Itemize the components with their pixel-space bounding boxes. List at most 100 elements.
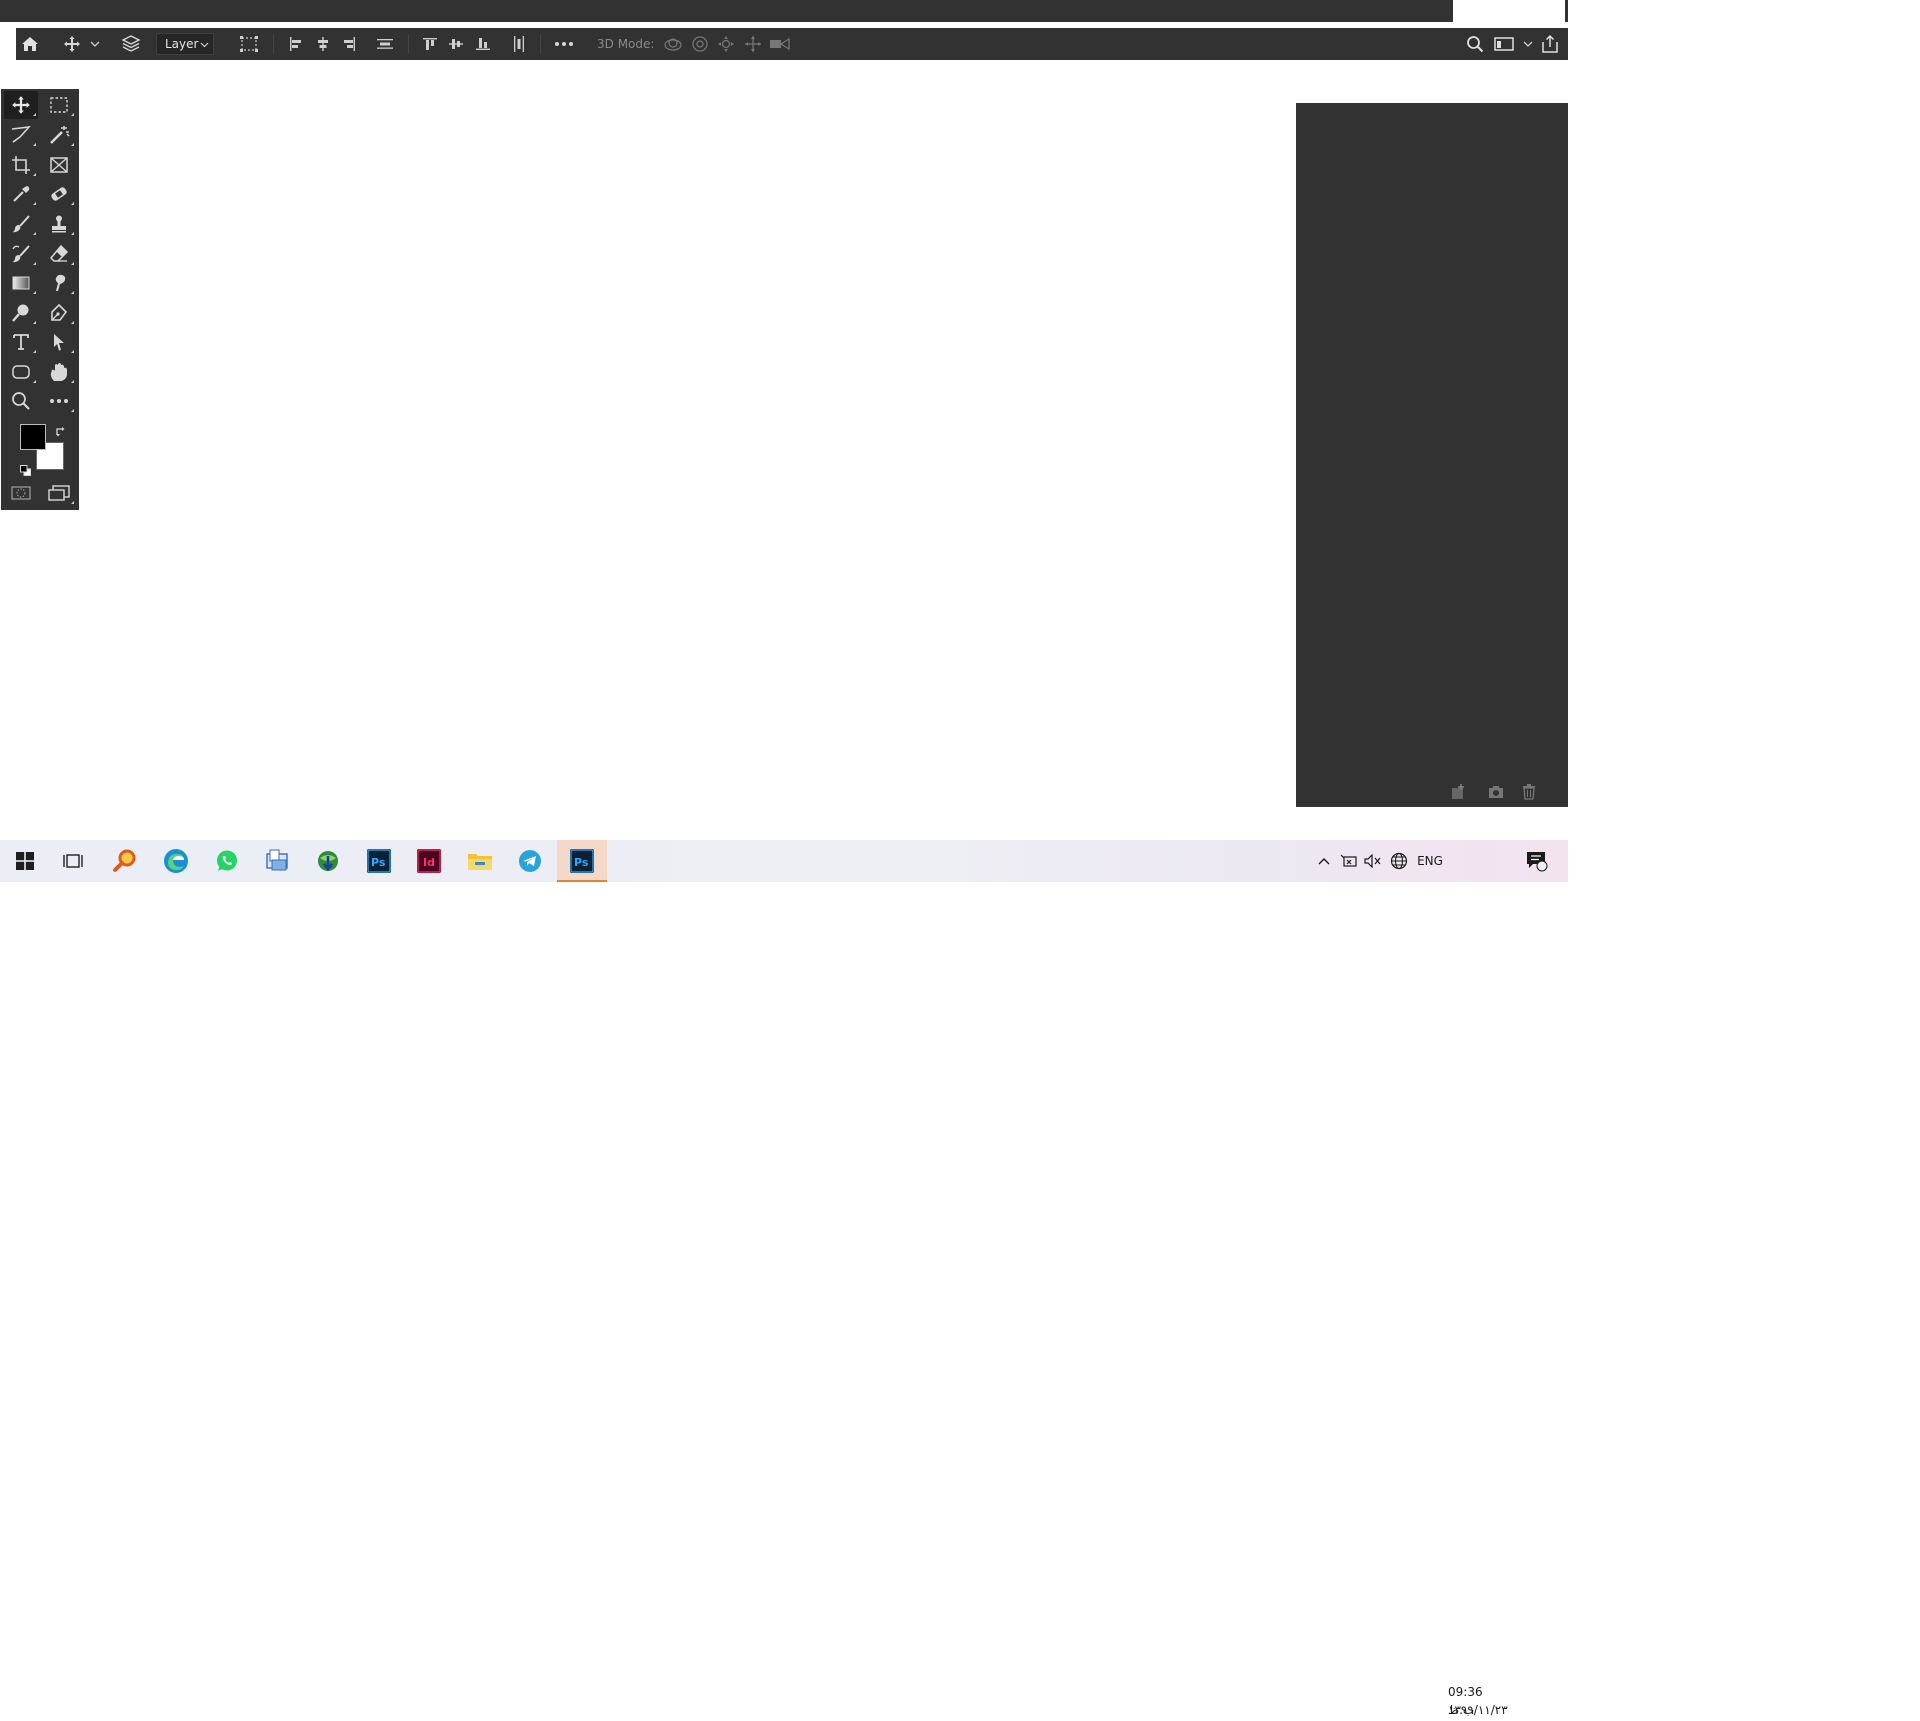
workspace-button[interactable] — [1493, 28, 1515, 60]
frame-tool[interactable] — [42, 151, 76, 179]
healing-brush-tool[interactable] — [42, 180, 76, 208]
eraser-icon — [49, 244, 69, 262]
eyedropper-icon — [13, 186, 30, 202]
shape-tool[interactable] — [4, 358, 38, 386]
zoom-tool[interactable] — [4, 387, 38, 415]
panel-footer — [1296, 779, 1568, 807]
taskbar-file-explorer[interactable] — [455, 840, 505, 882]
search-button[interactable] — [1464, 28, 1486, 60]
taskbar-photoshop[interactable]: Ps — [354, 840, 404, 882]
taskbar-telegram[interactable] — [505, 840, 555, 882]
taskbar-photoshop-active[interactable]: Ps — [557, 840, 607, 882]
edit-toolbar-button[interactable] — [42, 387, 76, 415]
auto-select-target-label: Layer — [165, 37, 199, 51]
snapshot-button[interactable] — [1488, 784, 1506, 802]
brush-tool[interactable] — [4, 210, 38, 238]
align-left-button[interactable] — [287, 28, 305, 60]
scale-3d-button[interactable] — [768, 28, 792, 60]
auto-select-toggle[interactable] — [120, 28, 142, 60]
delete-button[interactable] — [1522, 784, 1540, 802]
swap-icon — [56, 427, 65, 437]
gradient-tool[interactable] — [4, 269, 38, 297]
pan-3d-button[interactable] — [716, 28, 736, 60]
align-right-button[interactable] — [340, 28, 358, 60]
svg-text:Ps: Ps — [371, 856, 386, 869]
history-brush-tool[interactable] — [4, 240, 38, 268]
show-hidden-icons-button[interactable] — [1314, 840, 1334, 882]
magic-wand-icon — [50, 126, 70, 144]
network-status[interactable] — [1338, 840, 1360, 882]
indesign-icon: Id — [417, 849, 441, 873]
clock[interactable]: 09:36 ب.ظ ۱۳۹۹/۱۱/۲۳ — [1448, 1683, 1512, 1721]
distribute-horizontal-icon — [514, 36, 524, 52]
taskbar-idm[interactable] — [303, 840, 353, 882]
title-strip-edge — [1565, 0, 1568, 22]
path-selection-tool[interactable] — [42, 328, 76, 356]
align-right-icon — [344, 37, 355, 51]
type-icon — [13, 334, 29, 350]
eyedropper-tool[interactable] — [4, 180, 38, 208]
pen-tool[interactable] — [42, 299, 76, 327]
distribute-horizontal-button[interactable] — [510, 28, 528, 60]
align-vertical-center-icon — [449, 39, 463, 49]
quick-mask-button[interactable] — [4, 479, 38, 507]
task-view-button[interactable] — [48, 840, 98, 882]
folder-icon — [468, 854, 492, 870]
start-button[interactable] — [0, 840, 50, 882]
clone-stamp-tool[interactable] — [42, 210, 76, 238]
magnifier-app-icon — [113, 849, 136, 872]
align-top-button[interactable] — [421, 28, 439, 60]
hand-tool[interactable] — [42, 358, 76, 386]
screen-mode-button[interactable] — [42, 479, 76, 507]
tools-panel — [1, 89, 79, 510]
taskbar-edge[interactable] — [151, 840, 201, 882]
crop-icon — [12, 156, 30, 174]
smudge-tool[interactable] — [42, 269, 76, 297]
move-tool-preset[interactable] — [62, 28, 82, 60]
slide-3d-button[interactable] — [742, 28, 764, 60]
workspace-dropdown[interactable] — [1522, 28, 1534, 60]
auto-select-target-dropdown[interactable]: Layer — [156, 33, 214, 55]
roll-3d-button[interactable] — [690, 28, 710, 60]
distribute-vertical-icon — [377, 39, 393, 49]
share-button[interactable] — [1539, 28, 1561, 60]
default-colors-button[interactable] — [20, 461, 31, 480]
transform-controls-icon — [240, 36, 258, 52]
smudge-icon — [55, 274, 66, 291]
move-tool-icon — [12, 96, 30, 114]
type-tool[interactable] — [4, 328, 38, 356]
language-globe[interactable] — [1388, 840, 1410, 882]
taskbar-search-app[interactable] — [100, 840, 150, 882]
rectangular-marquee-tool[interactable] — [42, 91, 76, 119]
separator — [408, 34, 409, 54]
magic-wand-tool[interactable] — [42, 121, 76, 149]
home-button[interactable] — [18, 28, 42, 60]
lasso-icon — [11, 126, 31, 143]
clock-time: 09:36 ب.ظ — [1448, 1685, 1483, 1717]
lasso-tool[interactable] — [4, 121, 38, 149]
volume-control[interactable] — [1362, 840, 1384, 882]
align-left-icon — [290, 37, 301, 51]
clock-date: ۱۳۹۹/۱۱/۲۳ — [1448, 1703, 1508, 1717]
crop-tool[interactable] — [4, 151, 38, 179]
action-center-button[interactable] — [1522, 840, 1552, 882]
eraser-tool[interactable] — [42, 240, 76, 268]
more-icon — [555, 42, 573, 46]
align-bottom-button[interactable] — [474, 28, 492, 60]
more-options-button[interactable] — [553, 28, 575, 60]
show-transform-controls[interactable] — [237, 28, 261, 60]
taskbar-indesign[interactable]: Id — [404, 840, 454, 882]
align-vertical-center-button[interactable] — [447, 28, 465, 60]
distribute-vertical-button[interactable] — [375, 28, 395, 60]
align-horizontal-center-button[interactable] — [314, 28, 332, 60]
foreground-color-swatch-top[interactable] — [20, 424, 46, 450]
new-layer-button[interactable] — [1451, 784, 1469, 802]
move-tool[interactable] — [4, 91, 38, 119]
dodge-tool[interactable] — [4, 299, 38, 327]
orbit-3d-button[interactable] — [662, 28, 684, 60]
swap-colors-button[interactable] — [55, 423, 67, 442]
taskbar-file-app[interactable] — [252, 840, 302, 882]
taskbar-whatsapp[interactable] — [202, 840, 252, 882]
tool-preset-dropdown[interactable] — [89, 28, 101, 60]
input-language[interactable]: ENG — [1414, 840, 1446, 882]
